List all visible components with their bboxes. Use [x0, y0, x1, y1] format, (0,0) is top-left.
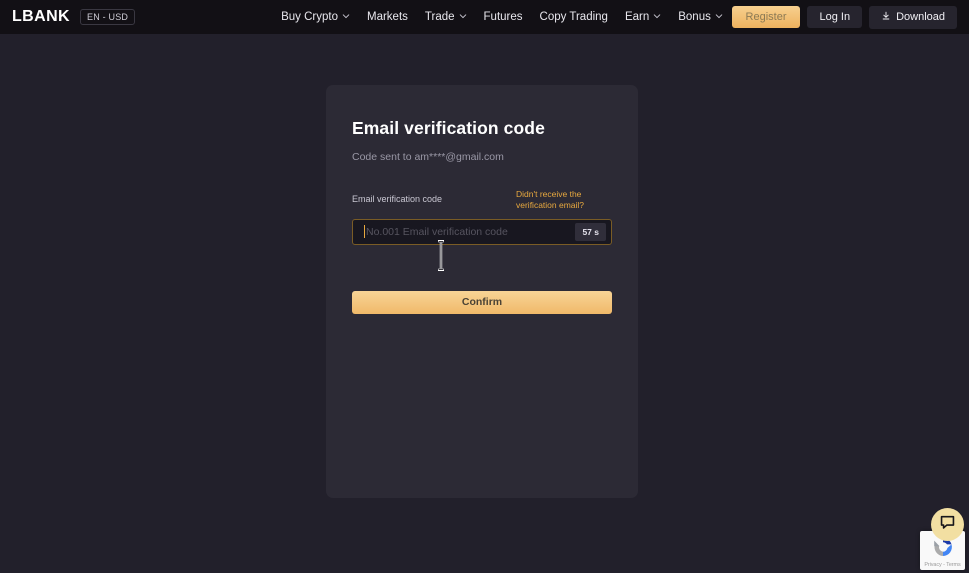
nav-label: Futures	[483, 11, 523, 23]
nav-label: Markets	[367, 11, 408, 23]
register-button[interactable]: Register	[731, 6, 801, 28]
resend-email-link[interactable]: Didn't receive the verification email?	[516, 189, 612, 212]
language-currency-selector[interactable]: EN - USD	[80, 9, 136, 25]
verification-code-placeholder: No.001 Email verification code	[366, 225, 508, 238]
download-label: Download	[896, 11, 945, 23]
page-title: Email verification code	[352, 118, 545, 138]
top-navigation-bar: LBANK EN - USD Buy Crypto Markets Trade …	[0, 0, 969, 34]
nav-item-futures[interactable]: Futures	[484, 11, 523, 23]
nav-label: Copy Trading	[539, 11, 608, 23]
chat-bubble-icon	[939, 514, 956, 536]
nav-item-bonus[interactable]: Bonus	[678, 11, 723, 23]
login-label: Log In	[819, 11, 851, 23]
page-body: Email verification code Code sent to am*…	[0, 34, 969, 573]
chevron-down-icon	[342, 12, 350, 20]
nav-item-earn[interactable]: Earn	[625, 11, 661, 23]
verification-code-input[interactable]: No.001 Email verification code 57 s	[352, 218, 612, 245]
verification-code-label: Email verification code	[352, 194, 443, 204]
email-verification-card: Email verification code Code sent to am*…	[326, 85, 638, 498]
nav-label: Earn	[624, 11, 650, 23]
confirm-button[interactable]: Confirm	[352, 290, 612, 314]
nav-item-buy-crypto[interactable]: Buy Crypto	[281, 11, 350, 23]
card-subtitle: Code sent to am****@gmail.com	[352, 151, 504, 163]
lbank-logo[interactable]: LBANK	[12, 8, 70, 26]
nav-item-copy-trading[interactable]: Copy Trading	[540, 11, 608, 23]
chat-widget-button[interactable]	[931, 508, 964, 541]
nav-item-markets[interactable]: Markets	[367, 11, 408, 23]
download-icon	[881, 11, 891, 24]
download-button[interactable]: Download	[869, 5, 957, 29]
nav-label: Bonus	[678, 11, 711, 23]
header-actions: Register Log In Download	[731, 5, 957, 29]
nav-label: Trade	[424, 11, 455, 23]
chevron-down-icon	[653, 12, 661, 20]
nav-item-trade[interactable]: Trade	[425, 11, 467, 23]
main-nav: Buy Crypto Markets Trade Futures Copy Tr…	[281, 11, 723, 23]
chevron-down-icon	[459, 12, 467, 20]
login-button[interactable]: Log In	[807, 6, 863, 28]
chevron-down-icon	[715, 12, 723, 20]
resend-countdown-badge[interactable]: 57 s	[575, 222, 606, 241]
field-header: Email verification code Didn't receive t…	[352, 189, 612, 212]
text-caret	[364, 225, 365, 239]
nav-label: Buy Crypto	[281, 11, 338, 23]
recaptcha-privacy-terms[interactable]: Privacy - Terms	[920, 562, 965, 568]
